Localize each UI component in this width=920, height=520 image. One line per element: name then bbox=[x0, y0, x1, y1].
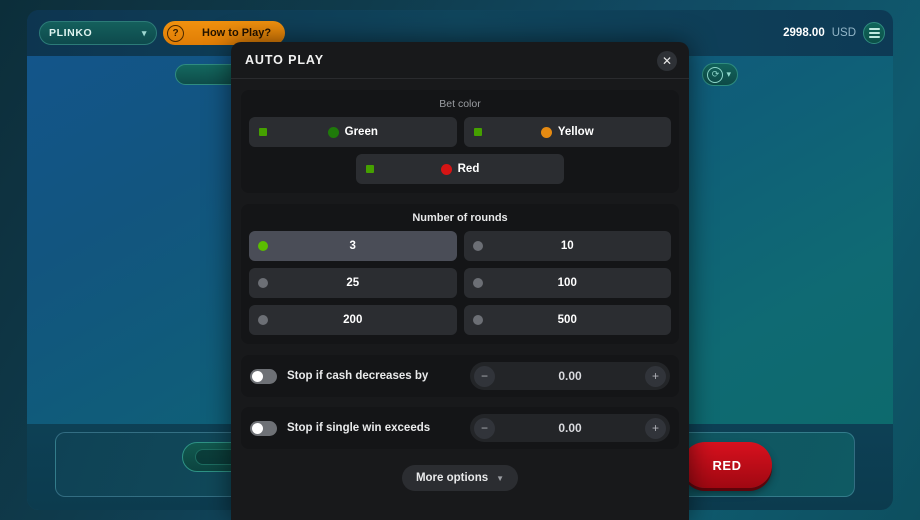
stop-cash-decrease-label: Stop if cash decreases by bbox=[287, 370, 429, 382]
rounds-options: 3 10 25 100 200 500 bbox=[249, 231, 671, 335]
radio-dot-icon bbox=[258, 315, 268, 325]
modal-header: AUTO PLAY ✕ bbox=[231, 42, 689, 79]
more-options-button[interactable]: More options ▼ bbox=[401, 465, 519, 491]
radio-square-icon bbox=[259, 128, 267, 136]
rounds-option-200[interactable]: 200 bbox=[249, 305, 457, 335]
stop-single-win-value[interactable]: 0.00 bbox=[558, 421, 581, 435]
stop-single-win-toggle[interactable] bbox=[250, 420, 277, 436]
auto-play-modal: AUTO PLAY ✕ Bet color Green Yellow Red N… bbox=[231, 42, 689, 520]
rounds-label: 100 bbox=[557, 277, 577, 289]
rounds-panel: Number of rounds 3 10 25 100 200 500 bbox=[241, 204, 679, 344]
game-selector[interactable]: PLINKO ▾ bbox=[39, 21, 157, 45]
chevron-down-icon: ▾ bbox=[726, 69, 731, 79]
balance-currency: USD bbox=[831, 27, 856, 39]
bet-red-button[interactable]: RED bbox=[682, 442, 772, 488]
chevron-down-icon: ▾ bbox=[141, 27, 147, 38]
bet-color-options: Green Yellow Red bbox=[249, 117, 671, 184]
color-swatch-green-icon bbox=[327, 126, 339, 138]
rounds-title: Number of rounds bbox=[412, 212, 508, 224]
rounds-label: 25 bbox=[346, 277, 360, 289]
stop-single-win-label: Stop if single win exceeds bbox=[287, 422, 431, 434]
rounds-label: 10 bbox=[560, 240, 574, 252]
rounds-option-10[interactable]: 10 bbox=[463, 231, 671, 261]
more-options-label: More options bbox=[415, 472, 489, 484]
radio-dot-icon bbox=[258, 278, 268, 288]
hamburger-menu-icon[interactable] bbox=[863, 22, 885, 44]
bet-color-panel: Bet color Green Yellow Red bbox=[241, 90, 679, 193]
bet-color-option-green[interactable]: Green bbox=[249, 117, 457, 147]
toggle-knob bbox=[252, 422, 263, 434]
rounds-label: 200 bbox=[343, 314, 363, 326]
history-button[interactable]: ⟳ ▾ bbox=[702, 63, 738, 86]
stop-cash-decrease-stepper: − 0.00 + bbox=[470, 362, 670, 390]
color-swatch-yellow-icon bbox=[540, 126, 552, 138]
bet-color-label: Yellow bbox=[557, 126, 594, 138]
radio-dot-icon bbox=[472, 315, 483, 325]
bet-color-option-red[interactable]: Red bbox=[356, 154, 564, 184]
toggle-knob bbox=[252, 370, 263, 382]
stop-cash-decrease-row: Stop if cash decreases by − 0.00 + bbox=[241, 355, 679, 397]
bet-color-option-yellow[interactable]: Yellow bbox=[463, 117, 671, 147]
rounds-option-100[interactable]: 100 bbox=[463, 268, 671, 298]
balance-amount: 2998.00 bbox=[783, 27, 825, 39]
stop-cash-decrease-toggle[interactable] bbox=[250, 368, 277, 384]
close-icon[interactable]: ✕ bbox=[657, 51, 677, 71]
radio-square-icon bbox=[366, 165, 375, 173]
stop-single-win-row: Stop if single win exceeds − 0.00 + bbox=[241, 407, 679, 449]
how-to-play-label: How to Play? bbox=[202, 27, 272, 39]
bet-color-label: Green bbox=[344, 126, 378, 138]
bet-color-label-wrap: Green bbox=[327, 126, 378, 138]
minus-icon[interactable]: − bbox=[474, 417, 495, 439]
history-icon: ⟳ bbox=[707, 66, 724, 83]
radio-square-icon bbox=[473, 128, 482, 136]
bet-color-title: Bet color bbox=[439, 98, 481, 110]
rounds-option-500[interactable]: 500 bbox=[463, 305, 671, 335]
rounds-option-25[interactable]: 25 bbox=[249, 268, 457, 298]
rounds-label: 3 bbox=[349, 240, 356, 252]
stop-cash-decrease-value[interactable]: 0.00 bbox=[558, 369, 581, 383]
modal-body: Bet color Green Yellow Red Number of rou… bbox=[231, 79, 689, 491]
bet-color-label-wrap: Red bbox=[440, 163, 480, 175]
stop-single-win-stepper: − 0.00 + bbox=[470, 414, 670, 442]
bet-color-label-wrap: Yellow bbox=[540, 126, 594, 138]
more-options-wrap: More options ▼ bbox=[241, 459, 679, 491]
bet-color-label: Red bbox=[457, 163, 480, 175]
game-selector-label: PLINKO bbox=[49, 27, 93, 39]
rounds-label: 500 bbox=[557, 314, 577, 326]
rounds-option-3[interactable]: 3 bbox=[249, 231, 457, 261]
question-mark-icon: ? bbox=[167, 24, 184, 42]
balance-display: 2998.00 USD bbox=[783, 22, 885, 44]
radio-dot-icon bbox=[472, 241, 483, 251]
radio-dot-icon bbox=[472, 278, 483, 288]
minus-icon[interactable]: − bbox=[474, 365, 495, 387]
color-swatch-red-icon bbox=[440, 163, 452, 175]
plus-icon[interactable]: + bbox=[644, 365, 666, 387]
modal-title: AUTO PLAY bbox=[245, 53, 324, 67]
radio-dot-icon bbox=[258, 241, 268, 251]
plus-icon[interactable]: + bbox=[644, 417, 666, 439]
app-root: PLINKO ▾ ? How to Play? 2998.00 USD ⟳ ▾ … bbox=[0, 0, 920, 520]
chevron-down-icon: ▼ bbox=[496, 473, 505, 483]
